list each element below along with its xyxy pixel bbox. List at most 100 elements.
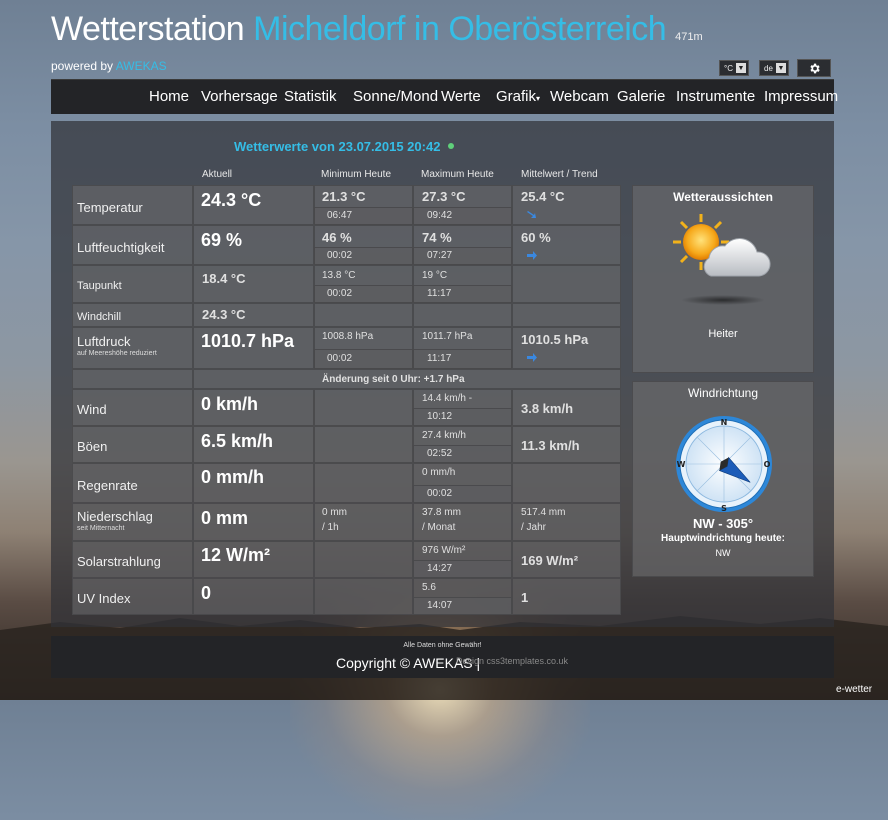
language-select[interactable]: de ▼ bbox=[759, 60, 789, 76]
disclaimer: Alle Daten ohne Gewähr! bbox=[403, 642, 482, 649]
niederschlag-min-period: / 1h bbox=[322, 522, 339, 533]
wind-direction-title: Windrichtung bbox=[687, 386, 759, 400]
solar-max: 976 W/m² bbox=[422, 545, 466, 556]
temperatur-current: 24.3 °C bbox=[201, 190, 262, 210]
feuchte-current: 69 % bbox=[201, 230, 243, 250]
boeen-max: 27.4 km/h bbox=[422, 430, 466, 441]
value-cell bbox=[314, 541, 413, 578]
solar-current: 12 W/m² bbox=[201, 545, 271, 565]
forecast-text: Heiter bbox=[708, 328, 738, 340]
windchill-current: 24.3 °C bbox=[202, 307, 246, 322]
main-wind-value: NW bbox=[715, 548, 731, 558]
uv-avg: 1 bbox=[521, 590, 529, 605]
temperatur-max-time: 09:42 bbox=[427, 210, 453, 221]
feuchte-max-time: 07:27 bbox=[427, 250, 453, 261]
settings-button[interactable] bbox=[797, 59, 831, 77]
wind-direction-value: NW - 305° bbox=[692, 516, 754, 531]
nav-galerie[interactable]: Galerie bbox=[617, 88, 665, 105]
temperatur-min-time: 06:47 bbox=[327, 210, 353, 221]
value-cell bbox=[314, 389, 413, 426]
design-credit-link[interactable]: Design css3templates.co.uk bbox=[456, 656, 568, 666]
solar-avg: 169 W/m² bbox=[521, 553, 579, 568]
niederschlag-max: 37.8 mm bbox=[422, 507, 461, 518]
col-header-max: Maximum Heute bbox=[421, 169, 494, 180]
feuchte-min-time: 00:02 bbox=[327, 250, 353, 261]
gear-icon bbox=[809, 63, 820, 73]
value-cell bbox=[314, 578, 413, 615]
value-cell bbox=[512, 463, 621, 503]
niederschlag-min: 0 mm bbox=[322, 507, 347, 518]
forecast-box: Wetteraussichten Heiter bbox=[632, 185, 814, 373]
label-uv-index: UV Index bbox=[77, 591, 131, 606]
feuchte-max: 74 % bbox=[422, 230, 452, 245]
regenrate-max-time: 00:02 bbox=[427, 488, 453, 499]
awekas-link[interactable]: AWEKAS bbox=[116, 59, 167, 73]
site-location: Micheldorf in Oberösterreich bbox=[253, 10, 667, 48]
col-header-current: Aktuell bbox=[202, 169, 233, 180]
value-cell bbox=[314, 303, 413, 327]
value-cell bbox=[512, 265, 621, 303]
chevron-down-icon: ▼ bbox=[735, 63, 746, 73]
nav-sonne-mond[interactable]: Sonne/Mond bbox=[353, 88, 438, 105]
site-title: Wetterstation Micheldorf in Oberösterrei… bbox=[51, 10, 703, 48]
wind-current: 0 km/h bbox=[201, 394, 259, 414]
luftdruck-max-time: 11:17 bbox=[427, 353, 452, 364]
nav-home[interactable]: Home bbox=[149, 88, 189, 105]
dropdown-caret-icon: ▾ bbox=[536, 94, 541, 103]
nav-statistik[interactable]: Statistik bbox=[284, 88, 337, 105]
weather-heading: Wetterwerte von 23.07.2015 20:42 bbox=[234, 139, 441, 154]
value-cell bbox=[512, 578, 621, 615]
compass-icon: N O S W bbox=[676, 416, 772, 513]
boeen-avg: 11.3 km/h bbox=[521, 438, 580, 453]
temperatur-avg: 25.4 °C bbox=[521, 189, 565, 204]
value-cell bbox=[512, 303, 621, 327]
value-cell bbox=[193, 578, 314, 615]
taupunkt-max: 19 °C bbox=[422, 270, 448, 281]
nav-impressum[interactable]: Impressum bbox=[764, 88, 838, 105]
luftdruck-avg: 1010.5 hPa bbox=[521, 332, 589, 347]
luftdruck-sublabel: auf Meereshöhe reduziert bbox=[77, 350, 157, 357]
main-nav: Home Vorhersage Statistik Sonne/Mond Wer… bbox=[51, 79, 838, 114]
col-header-avg: Mittelwert / Trend bbox=[521, 169, 598, 180]
label-wind: Wind bbox=[77, 402, 107, 417]
label-niederschlag: Niederschlag bbox=[77, 509, 153, 524]
nav-vorhersage[interactable]: Vorhersage bbox=[201, 88, 278, 105]
niederschlag-avg-period: / Jahr bbox=[521, 522, 547, 533]
feuchte-min: 46 % bbox=[322, 230, 352, 245]
value-cell bbox=[314, 426, 413, 463]
boeen-current: 6.5 km/h bbox=[201, 431, 274, 451]
taupunkt-max-time: 11:17 bbox=[427, 288, 452, 299]
uv-current: 0 bbox=[201, 583, 212, 603]
luftdruck-max: 1011.7 hPa bbox=[422, 331, 473, 342]
regenrate-current: 0 mm/h bbox=[201, 467, 265, 487]
col-header-min: Minimum Heute bbox=[321, 169, 392, 180]
wind-avg: 3.8 km/h bbox=[521, 401, 574, 416]
solar-max-time: 14:27 bbox=[427, 563, 453, 574]
nav-grafik[interactable]: Grafik▾ bbox=[496, 88, 540, 105]
wind-direction-box: Windrichtung N O S W NW - 305° Hauptwind… bbox=[632, 381, 814, 577]
feuchte-avg: 60 % bbox=[521, 230, 551, 245]
compass-east: O bbox=[764, 460, 771, 469]
label-taupunkt: Taupunkt bbox=[77, 280, 122, 292]
taupunkt-min-time: 00:02 bbox=[327, 288, 353, 299]
nav-instrumente[interactable]: Instrumente bbox=[676, 88, 755, 105]
weather-panel: Wetterwerte von 23.07.2015 20:42 Aktuell… bbox=[51, 121, 834, 627]
e-wetter-badge[interactable]: e-wetter bbox=[836, 684, 872, 695]
nav-werte[interactable]: Werte bbox=[441, 88, 481, 105]
luftdruck-min-time: 00:02 bbox=[327, 353, 353, 364]
trend-right-arrow-icon bbox=[527, 251, 537, 260]
label-temperatur: Temperatur bbox=[77, 200, 143, 215]
label-solarstrahlung: Solarstrahlung bbox=[77, 554, 161, 569]
label-boeen: Böen bbox=[77, 439, 108, 454]
chevron-down-icon: ▼ bbox=[775, 63, 786, 73]
luftdruck-min: 1008.8 hPa bbox=[322, 331, 374, 342]
unit-select[interactable]: °C ▼ bbox=[719, 60, 749, 76]
compass-west: W bbox=[677, 460, 686, 469]
luftdruck-current: 1010.7 hPa bbox=[201, 331, 295, 351]
sun-cloud-icon bbox=[673, 214, 771, 305]
niederschlag-current: 0 mm bbox=[201, 508, 249, 528]
nav-webcam[interactable]: Webcam bbox=[550, 88, 609, 105]
trend-down-arrow-icon bbox=[527, 211, 536, 218]
status-dot bbox=[448, 143, 454, 149]
powered-by: powered by AWEKAS bbox=[51, 59, 167, 73]
